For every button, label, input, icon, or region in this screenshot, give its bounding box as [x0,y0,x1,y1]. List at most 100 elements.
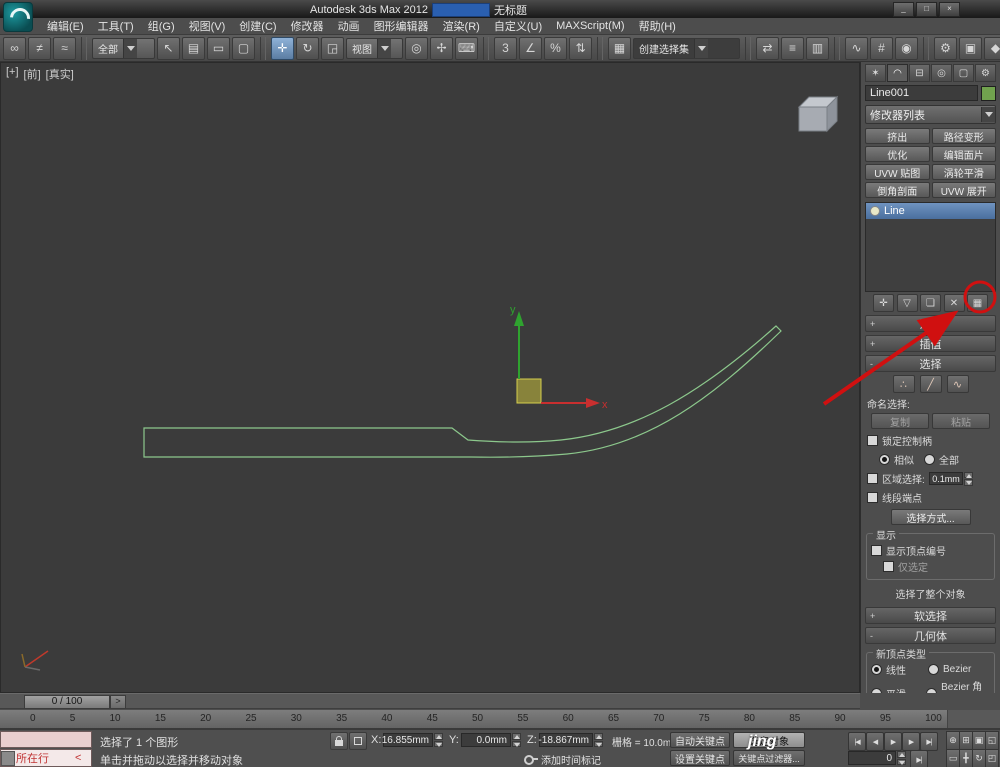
object-name-field[interactable]: Line001 [865,85,978,101]
segment-subobject-icon[interactable]: ╱ [919,375,942,393]
optimize-button[interactable]: 优化 [865,146,930,162]
select-object-icon[interactable]: ↖ [157,36,180,60]
spinner-snap-icon[interactable]: ⇅ [569,36,592,60]
uvw-map-button[interactable]: UVW 贴图 [865,164,930,180]
absolute-mode-icon[interactable] [349,732,367,750]
zoom-all-icon[interactable]: ⊞ [959,731,973,750]
utilities-tab-icon[interactable]: ⚙ [975,64,996,82]
menu-create[interactable]: 创建(C) [232,18,283,34]
menu-graph-editors[interactable]: 图形编辑器 [367,18,436,34]
selected-only-checkbox[interactable] [883,561,894,572]
close-button[interactable]: × [939,2,960,17]
bind-to-space-warp-icon[interactable]: ≈ [53,36,76,60]
spline-subobject-icon[interactable]: ∿ [946,375,969,393]
curve-editor-icon[interactable]: ∿ [845,36,868,60]
reference-coordinate-dropdown[interactable]: 视图 [346,37,403,59]
rendered-frame-window-icon[interactable]: ▣ [959,36,982,60]
show-vertex-numbers-checkbox[interactable] [871,545,882,556]
edit-named-selection-sets-icon[interactable]: ▦ [608,36,631,60]
play-icon[interactable]: ▶ [884,732,902,751]
menu-maxscript[interactable]: MAXScript(M) [549,20,631,32]
go-to-end-icon[interactable]: ▶| [910,750,928,767]
smooth-radio[interactable] [871,687,882,693]
z-coordinate-field[interactable]: -18.867mm [538,733,593,747]
select-by-name-icon[interactable]: ▤ [182,36,205,60]
3dsmax-logo-button[interactable] [3,2,33,32]
time-slider-thumb[interactable]: 0 / 100 [24,695,110,709]
area-threshold-field[interactable]: 0.1mm [928,472,963,485]
frame-spinner[interactable] [897,751,906,765]
x-coordinate-field[interactable]: 16.855mm [382,733,433,747]
add-time-tag[interactable]: 添加时间标记 [541,752,601,767]
render-icon[interactable]: ◆ [984,36,1000,60]
chevron-down-icon[interactable] [694,38,708,58]
percent-snap-icon[interactable]: % [544,36,567,60]
modifier-list-dropdown[interactable]: 修改器列表 [865,105,996,124]
chevron-down-icon[interactable] [377,38,391,58]
set-key-button[interactable]: 设置关键点 [670,750,730,766]
next-frame-arrow[interactable]: > [110,695,126,709]
make-unique-icon[interactable]: ❏ [920,294,941,312]
area-threshold-spinner[interactable] [963,471,973,486]
modifier-stack[interactable]: Line [865,202,996,292]
track-bar[interactable]: 05 10 15 20 25 30 35 40 45 50 55 60 65 70 75 80… [0,710,1000,729]
minimize-button[interactable]: _ [893,2,914,17]
rollout-soft-selection[interactable]: + 软选择 [865,607,996,624]
maximize-button[interactable]: □ [916,2,937,17]
modify-tab-icon[interactable]: ◠ [887,64,908,82]
select-and-manipulate-icon[interactable]: ✢ [430,36,453,60]
pin-stack-icon[interactable]: ✛ [873,294,894,312]
copy-button[interactable]: 复制 [871,413,929,429]
align-icon[interactable]: ≡ [781,36,804,60]
uvw-unwrap-button[interactable]: UVW 展开 [931,182,996,198]
bezier-radio[interactable] [928,664,939,675]
select-and-scale-icon[interactable]: ◲ [321,36,344,60]
zoom-extents-all-icon[interactable]: ◱ [985,731,999,750]
snaps-toggle-icon[interactable]: 3 [494,36,517,60]
rollout-geometry[interactable]: - 几何体 [865,627,996,644]
next-frame-icon[interactable]: ▶ [902,732,920,751]
mirror-icon[interactable]: ⇄ [756,36,779,60]
menu-animation[interactable]: 动画 [331,18,367,34]
viewcube[interactable] [797,95,839,133]
select-and-link-icon[interactable]: ∞ [3,36,26,60]
menu-tools[interactable]: 工具(T) [91,18,141,34]
zoom-icon[interactable]: ⊕ [946,731,960,750]
render-setup-icon[interactable]: ⚙ [934,36,957,60]
stack-item-line[interactable]: Line [866,203,995,219]
orbit-icon[interactable]: ↻ [972,749,986,767]
all-radio[interactable] [924,454,935,465]
angle-snap-icon[interactable]: ∠ [519,36,542,60]
area-selection-checkbox[interactable] [867,473,878,484]
use-pivot-point-center-icon[interactable]: ◎ [405,36,428,60]
go-to-end-icon[interactable]: ▶| [920,732,938,751]
chevron-down-icon[interactable] [123,38,137,58]
turbosmooth-button[interactable]: 涡轮平滑 [931,164,996,180]
bezier-corner-radio[interactable] [926,687,938,693]
menu-rendering[interactable]: 渲染(R) [436,18,487,34]
lock-handles-checkbox[interactable] [867,435,878,446]
menu-views[interactable]: 视图(V) [182,18,233,34]
edit-patch-button[interactable]: 编辑面片 [931,146,996,162]
zoom-extents-icon[interactable]: ▣ [972,731,986,750]
x-spinner[interactable] [434,733,443,747]
chevron-down-icon[interactable] [981,107,995,122]
menu-customize[interactable]: 自定义(U) [487,18,549,34]
motion-tab-icon[interactable]: ◎ [931,64,952,82]
auto-key-button[interactable]: 自动关键点 [670,732,730,748]
schematic-view-icon[interactable]: # [870,36,893,60]
y-spinner[interactable] [512,733,521,747]
selection-filter-dropdown[interactable]: 全部 [92,37,155,59]
layer-manager-icon[interactable]: ▥ [806,36,829,60]
extrude-button[interactable]: 挤出 [865,128,930,144]
rollout-interpolation[interactable]: + 插值 [865,335,996,352]
z-spinner[interactable] [594,733,603,747]
menu-group[interactable]: 组(G) [141,18,182,34]
alike-radio[interactable] [879,454,890,465]
material-editor-icon[interactable]: ◉ [895,36,918,60]
rectangular-selection-region-icon[interactable]: ▭ [207,36,230,60]
create-tab-icon[interactable]: ✶ [865,64,886,82]
zoom-region-icon[interactable]: ▭ [946,749,960,767]
y-coordinate-field[interactable]: 0.0mm [461,733,511,747]
pan-icon[interactable]: ╋ [959,749,973,767]
